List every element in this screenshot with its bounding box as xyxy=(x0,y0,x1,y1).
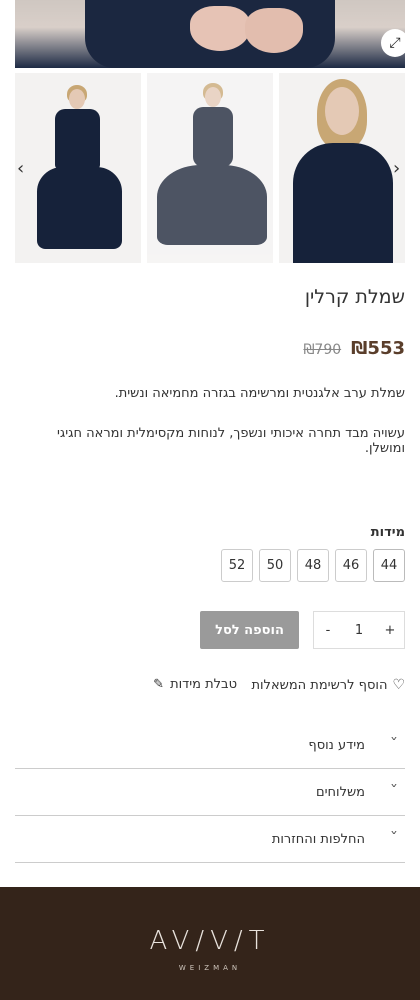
sizes-label: מידות xyxy=(370,525,405,540)
figure-skirt xyxy=(157,165,267,245)
chevron-down-icon: ˅ xyxy=(389,830,399,844)
hand-image-part xyxy=(190,6,250,51)
add-to-cart-button[interactable]: הוספה לסל xyxy=(200,611,299,649)
figure-body xyxy=(55,109,100,169)
accordion-additional-info[interactable]: ˅ מידע נוסף xyxy=(15,722,405,769)
expand-icon[interactable]: ⤢ xyxy=(381,29,405,57)
accordion-label: מידע נוסף xyxy=(308,738,365,753)
figure-head xyxy=(205,87,221,107)
chevron-right-icon[interactable]: › xyxy=(393,158,400,179)
thumbnail-1[interactable] xyxy=(15,73,141,263)
thumbnail-3[interactable] xyxy=(279,73,405,263)
brand-logo[interactable]: AV/V/T xyxy=(0,926,420,956)
main-product-image[interactable]: ⤢ xyxy=(15,0,405,68)
accordion-label: משלוחים xyxy=(316,785,365,800)
ruler-icon: ✎ xyxy=(153,677,165,692)
size-option-52[interactable]: 52 xyxy=(221,549,253,582)
description-line-1: שמלת ערב אלגנטית ומרשימה בגזרה מחמיאה ונ… xyxy=(114,386,405,401)
thumbnail-gallery xyxy=(15,73,405,263)
size-chart-link[interactable]: טבלת מידות ✎ xyxy=(153,677,237,692)
chevron-left-icon[interactable]: ‹ xyxy=(17,158,24,179)
accordion-shipping[interactable]: ˅ משלוחים xyxy=(15,769,405,816)
hand-image-part xyxy=(245,8,303,53)
size-option-48[interactable]: 48 xyxy=(297,549,329,582)
price-sale: ₪553 xyxy=(351,338,405,359)
size-option-44[interactable]: 44 xyxy=(373,549,405,582)
size-option-46[interactable]: 46 xyxy=(335,549,367,582)
size-chart-label: טבלת מידות xyxy=(170,677,237,692)
quantity-increase-button[interactable]: + xyxy=(376,623,404,638)
wishlist-link[interactable]: ♡ הוסף לרשימת המשאלות xyxy=(251,677,405,693)
wishlist-label: הוסף לרשימת המשאלות xyxy=(251,677,388,693)
figure-body xyxy=(193,107,233,167)
size-option-50[interactable]: 50 xyxy=(259,549,291,582)
chevron-down-icon: ˅ xyxy=(389,783,399,797)
heart-icon: ♡ xyxy=(392,677,405,693)
figure-head xyxy=(325,87,359,135)
quantity-stepper: - 1 + xyxy=(313,611,405,649)
quantity-value[interactable]: 1 xyxy=(345,623,373,638)
price-original: ₪790 xyxy=(303,342,342,358)
brand-logo-subtitle: WEIZMAN xyxy=(178,964,242,972)
figure-skirt xyxy=(37,167,122,249)
price: ₪553 ₪790 xyxy=(303,338,405,359)
footer: AV/V/T WEIZMAN xyxy=(0,887,420,1000)
chevron-down-icon: ˅ xyxy=(389,736,399,750)
description-line-2: עשויה מבד תחרה איכותי ונשפך, לנוחות מקסי… xyxy=(56,426,405,456)
accordion-label: החלפות והחזרות xyxy=(271,832,365,847)
thumbnail-2[interactable] xyxy=(147,73,273,263)
product-title: שמלת קרלין xyxy=(304,286,405,308)
size-selector: 44 46 48 50 52 xyxy=(221,549,405,582)
figure-body xyxy=(293,143,393,263)
accordion-returns[interactable]: ˅ החלפות והחזרות xyxy=(15,816,405,863)
figure-head xyxy=(69,89,85,109)
product-links: ♡ הוסף לרשימת המשאלות טבלת מידות ✎ xyxy=(15,677,405,697)
quantity-decrease-button[interactable]: - xyxy=(314,623,342,638)
